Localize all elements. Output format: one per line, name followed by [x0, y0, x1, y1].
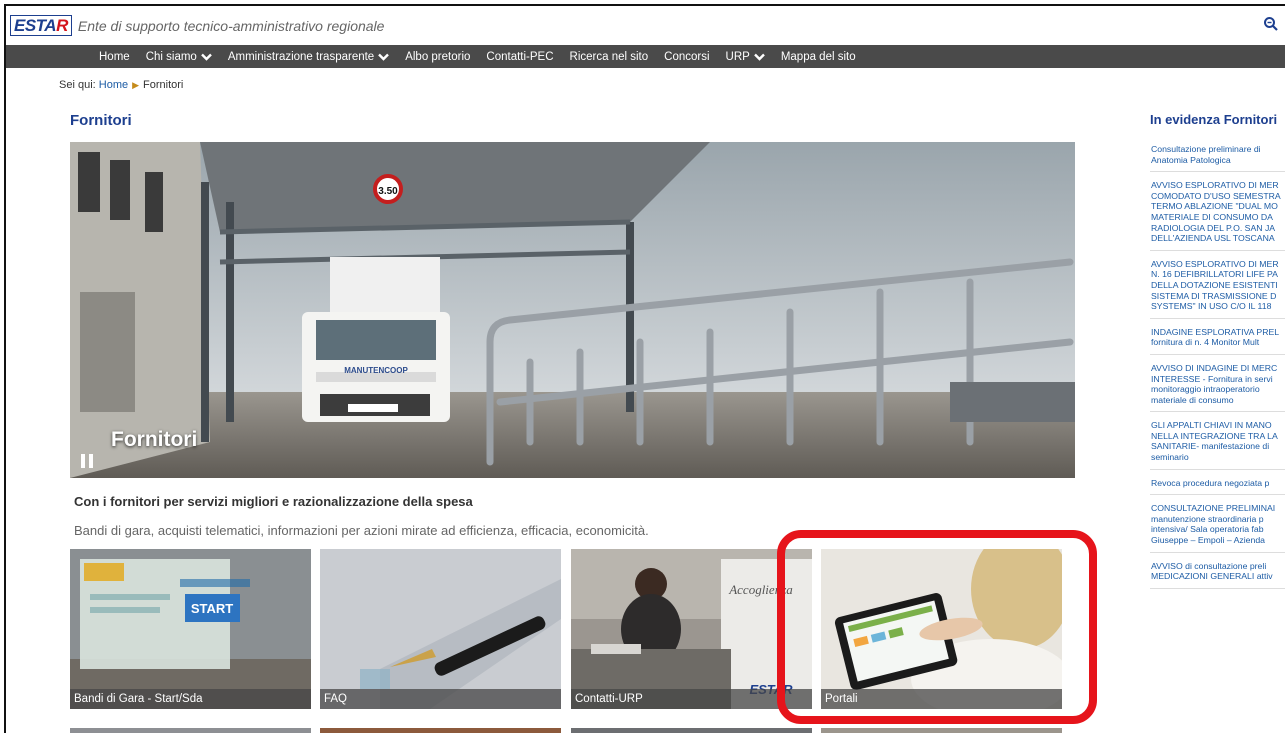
nav-item-label: Contatti-PEC — [486, 50, 554, 63]
pause-icon[interactable] — [81, 454, 93, 468]
tile-urp-image: Accoglienza ESTAR — [571, 549, 812, 709]
sidebar-in-evidenza: In evidenza Fornitori Consultazione prel… — [1150, 112, 1285, 597]
tile-bandi-di-gara[interactable]: START Bandi di Gara - Start/Sda — [70, 549, 311, 709]
sidebar-news-item[interactable]: Consultazione preliminare di Anatomia Pa… — [1150, 144, 1285, 173]
sidebar-news-item[interactable]: AVVISO DI INDAGINE DI MERC INTERESSE - F… — [1150, 363, 1285, 413]
estar-logo[interactable]: ESTAR — [10, 15, 72, 36]
sidebar-news-item[interactable]: Revoca procedura negoziata p — [1150, 478, 1285, 496]
tile-label: Contatti-URP — [571, 689, 812, 709]
tile-portali-image — [821, 549, 1062, 709]
tile-faq[interactable]: FAQ — [320, 549, 561, 709]
nav-item-label: Concorsi — [664, 50, 710, 63]
tile-faq-image — [320, 549, 561, 709]
breadcrumb-home-link[interactable]: Home — [99, 79, 128, 91]
nav-item-chi-siamo[interactable]: Chi siamo — [146, 51, 212, 63]
sidebar-news-item[interactable]: CONSULTAZIONE PRELIMINAI manutenzione st… — [1150, 503, 1285, 553]
hero-image: MANUTENCOOP 3.50 — [70, 142, 1075, 478]
nav-item-label: Albo pretorio — [405, 50, 471, 63]
nav-item-mappa-del-sito[interactable]: Mappa del sito — [781, 51, 856, 63]
breadcrumb-current: Fornitori — [143, 79, 184, 91]
breadcrumb: Sei qui: Home ▶ Fornitori — [59, 79, 183, 91]
search-icon[interactable] — [1263, 16, 1279, 32]
nav-item-label: Amministrazione trasparente — [227, 50, 375, 63]
tile-row2-1[interactable] — [70, 728, 311, 733]
nav-item-concorsi[interactable]: Concorsi — [664, 51, 709, 63]
nav-item-home[interactable]: Home — [99, 51, 130, 63]
chevron-down-icon — [378, 53, 390, 61]
nav-item-label: Ricerca nel sito — [569, 50, 649, 63]
nav-item-ricerca-nel-sito[interactable]: Ricerca nel sito — [570, 51, 649, 63]
tile-label: FAQ — [320, 689, 561, 709]
sidebar-news-item[interactable]: GLI APPALTI CHIAVI IN MANO NELLA INTEGRA… — [1150, 420, 1285, 470]
page-title: Fornitori — [70, 112, 132, 129]
sidebar-news-item[interactable]: AVVISO ESPLORATIVO DI MER COMODATO D'USO… — [1150, 180, 1285, 251]
sidebar-title: In evidenza Fornitori — [1150, 112, 1278, 127]
section-intro: Bandi di gara, acquisti telematici, info… — [74, 523, 649, 538]
hero-slider[interactable]: MANUTENCOOP 3.50 Fornitori — [70, 142, 1075, 478]
breadcrumb-prefix: Sei qui: — [59, 79, 96, 91]
nav-item-label: Home — [99, 50, 130, 63]
nav-item-contatti-pec[interactable]: Contatti-PEC — [486, 51, 553, 63]
sidebar-news-item[interactable]: AVVISO ESPLORATIVO DI MER N. 16 DEFIBRIL… — [1150, 259, 1285, 319]
nav-item-label: Mappa del sito — [780, 50, 856, 63]
nav-item-amministrazione-trasparente[interactable]: Amministrazione trasparente — [227, 50, 390, 63]
tile-row2-3[interactable] — [571, 728, 812, 733]
sidebar-list: Consultazione preliminare di Anatomia Pa… — [1150, 144, 1285, 589]
sidebar-news-item[interactable]: INDAGINE ESPLORATIVA PREL fornitura di n… — [1150, 327, 1285, 355]
site-tagline: Ente di supporto tecnico-amministrativo … — [77, 17, 385, 34]
site-header: ESTAR Ente di supporto tecnico-amministr… — [6, 6, 1285, 45]
nav-item-albo-pretorio[interactable]: Albo pretorio — [405, 51, 470, 63]
tile-bandi-image: START — [70, 549, 311, 709]
tile-portali[interactable]: Portali — [821, 549, 1062, 709]
tile-row2-2[interactable] — [320, 728, 561, 733]
browser-page: ESTAR Ente di supporto tecnico-amministr… — [4, 4, 1285, 733]
nav-item-urp[interactable]: URP — [726, 51, 765, 63]
chevron-down-icon — [200, 53, 212, 61]
sidebar-news-item[interactable]: AVVISO di consultazione preli MEDICAZION… — [1150, 561, 1285, 589]
svg-text:START: START — [191, 601, 233, 616]
svg-text:Accoglienza: Accoglienza — [728, 582, 793, 597]
chevron-down-icon — [753, 53, 765, 61]
hero-caption: Fornitori — [111, 428, 198, 451]
height-sign-text: 3.50 — [378, 186, 398, 197]
main-navigation: Home Chi siamo Amministrazione trasparente… — [6, 45, 1285, 68]
nav-item-label: URP — [725, 50, 750, 63]
section-subheading: Con i fornitori per servizi migliori e r… — [74, 494, 473, 509]
tile-label: Bandi di Gara - Start/Sda — [70, 689, 311, 709]
nav-item-label: Chi siamo — [145, 50, 197, 63]
tile-contatti-urp[interactable]: Accoglienza ESTAR Contatti-URP — [571, 549, 812, 709]
tile-row2-4[interactable] — [821, 728, 1062, 733]
truck-brand-text: MANUTENCOOP — [344, 366, 408, 375]
breadcrumb-separator-icon: ▶ — [132, 79, 140, 90]
tile-label: Portali — [821, 689, 1062, 709]
